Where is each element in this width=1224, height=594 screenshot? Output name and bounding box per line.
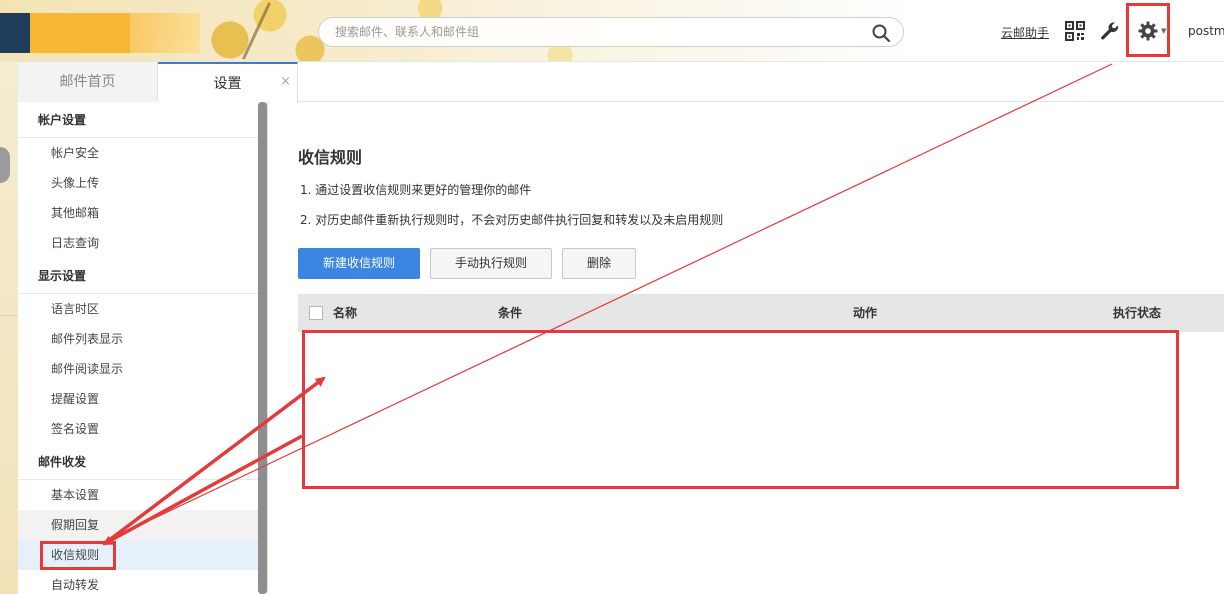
sidebar-item-vacation-reply[interactable]: 假期回复	[18, 510, 258, 540]
sidebar-item-language-timezone[interactable]: 语言时区	[18, 294, 258, 324]
username[interactable]: postma	[1188, 24, 1224, 38]
sidebar-item-inbox-rules[interactable]: 收信规则	[18, 540, 258, 570]
scrollbar-thumb[interactable]	[258, 102, 267, 594]
sidebar-item-signature[interactable]: 签名设置	[18, 414, 258, 444]
sidebar-group-send-receive: 邮件收发	[18, 444, 258, 480]
cloud-mail-helper-link[interactable]: 云邮助手	[1001, 24, 1049, 41]
sidebar-item-auto-forward[interactable]: 自动转发	[18, 570, 258, 594]
sidebar-item-basic-settings[interactable]: 基本设置	[18, 480, 258, 510]
column-header-condition[interactable]: 条件	[498, 294, 522, 332]
sidebar-item-other-mailbox[interactable]: 其他邮箱	[18, 198, 258, 228]
description-line-2: 2. 对历史邮件重新执行规则时，不会对历史邮件执行回复和转发以及未启用规则	[300, 213, 724, 227]
tab-settings[interactable]: 设置	[158, 62, 298, 103]
chevron-down-icon: ▼	[1161, 27, 1167, 35]
new-rule-button[interactable]: 新建收信规则	[298, 248, 420, 279]
close-icon[interactable]: ×	[280, 74, 291, 89]
tab-bar: 邮件首页 设置 ×	[18, 62, 1224, 103]
delete-button[interactable]: 删除	[562, 248, 636, 279]
column-header-action[interactable]: 动作	[853, 294, 877, 332]
description-line-1: 1. 通过设置收信规则来更好的管理你的邮件	[300, 183, 532, 197]
qr-code-icon[interactable]	[1065, 21, 1085, 41]
settings-sidebar: 帐户设置 帐户安全 头像上传 其他邮箱 日志查询 显示设置 语言时区 邮件列表显…	[18, 102, 258, 594]
sidebar-group-account: 帐户设置	[18, 102, 258, 138]
panel-toggle-handle[interactable]	[0, 147, 10, 183]
column-header-status[interactable]: 执行状态	[1113, 294, 1161, 332]
divider	[0, 315, 18, 316]
rules-table-header: 名称 条件 动作 执行状态	[298, 294, 1224, 332]
tab-mail-home[interactable]: 邮件首页	[18, 62, 158, 102]
page-title: 收信规则	[298, 148, 363, 167]
search-icon[interactable]	[871, 23, 891, 43]
select-all-checkbox[interactable]	[309, 306, 323, 320]
sidebar-item-mail-list-display[interactable]: 邮件列表显示	[18, 324, 258, 354]
sidebar-item-log-query[interactable]: 日志查询	[18, 228, 258, 258]
search-input[interactable]	[335, 18, 855, 46]
sidebar-group-display: 显示设置	[18, 258, 258, 294]
left-collapsed-panel	[0, 62, 18, 594]
column-header-name[interactable]: 名称	[333, 294, 357, 332]
logo-banner	[30, 13, 200, 53]
sidebar-item-account-security[interactable]: 帐户安全	[18, 138, 258, 168]
sidebar-scrollbar[interactable]	[258, 102, 267, 594]
annotation-highlight-box	[40, 541, 116, 570]
run-rule-button[interactable]: 手动执行规则	[430, 248, 552, 279]
sidebar-item-reminder[interactable]: 提醒设置	[18, 384, 258, 414]
top-header: 云邮助手 ▼	[0, 0, 1224, 62]
search-box[interactable]	[318, 17, 904, 47]
logo-mark	[0, 13, 30, 53]
settings-gear-highlight[interactable]: ▼	[1126, 3, 1170, 57]
gear-icon[interactable]	[1138, 21, 1158, 41]
sidebar-item-avatar-upload[interactable]: 头像上传	[18, 168, 258, 198]
annotation-empty-table-box	[302, 330, 1179, 489]
sidebar-item-mail-read-display[interactable]: 邮件阅读显示	[18, 354, 258, 384]
wrench-icon[interactable]	[1100, 21, 1120, 41]
